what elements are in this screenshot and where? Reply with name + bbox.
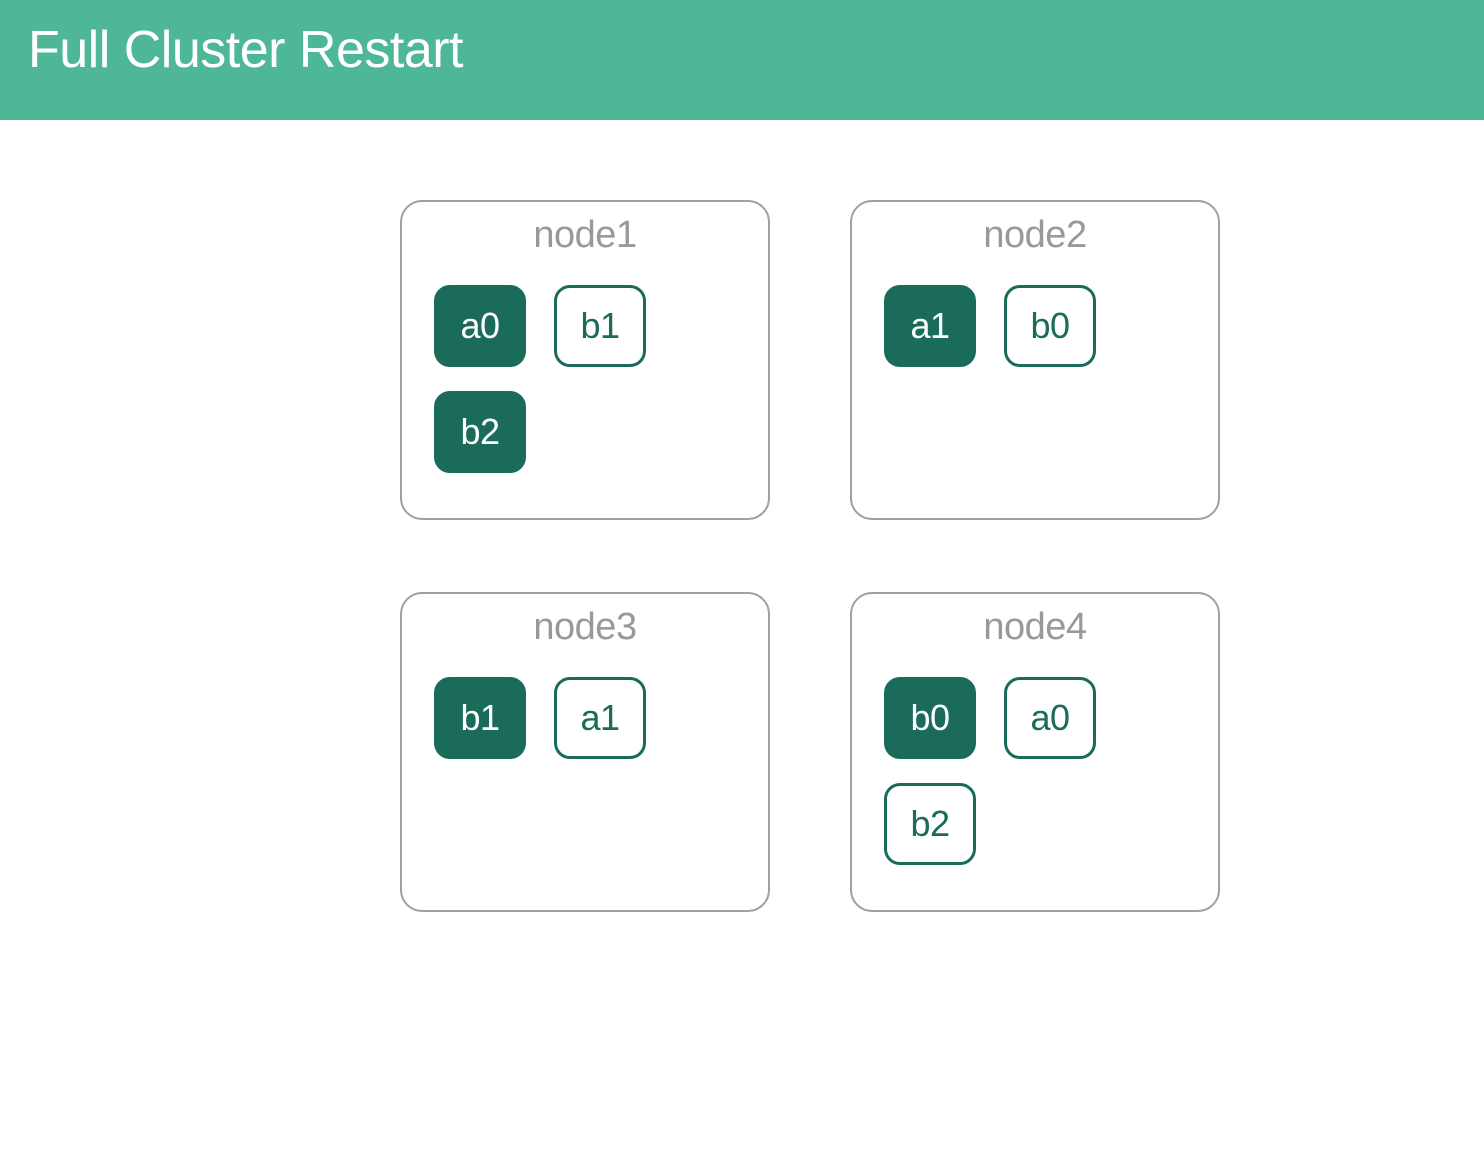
shard-primary: b2	[434, 391, 526, 473]
node-label: node3	[434, 606, 736, 649]
shard-replica: b0	[1004, 285, 1096, 367]
shard-primary: a0	[434, 285, 526, 367]
shard-replica: b1	[554, 285, 646, 367]
shard-row: a1 b0	[884, 285, 1186, 367]
node-box-node1: node1 a0 b1 b2	[400, 200, 770, 520]
node-label: node2	[884, 214, 1186, 257]
node-box-node3: node3 b1 a1	[400, 592, 770, 912]
shard-row: b2	[434, 391, 736, 473]
shard-primary: b1	[434, 677, 526, 759]
node-box-node2: node2 a1 b0	[850, 200, 1220, 520]
node-grid: node1 a0 b1 b2 node2 a1 b0 node3 b1 a1	[400, 200, 1220, 912]
slide-content: node1 a0 b1 b2 node2 a1 b0 node3 b1 a1	[0, 120, 1484, 912]
node-label: node1	[434, 214, 736, 257]
shard-row: b2	[884, 783, 1186, 865]
shard-primary: a1	[884, 285, 976, 367]
slide-title: Full Cluster Restart	[28, 20, 463, 80]
node-label: node4	[884, 606, 1186, 649]
shard-primary: b0	[884, 677, 976, 759]
node-box-node4: node4 b0 a0 b2	[850, 592, 1220, 912]
shard-replica: a1	[554, 677, 646, 759]
shard-row: b0 a0	[884, 677, 1186, 759]
shard-replica: a0	[1004, 677, 1096, 759]
shard-row: a0 b1	[434, 285, 736, 367]
slide-header: Full Cluster Restart	[0, 0, 1484, 120]
shard-row: b1 a1	[434, 677, 736, 759]
shard-replica: b2	[884, 783, 976, 865]
